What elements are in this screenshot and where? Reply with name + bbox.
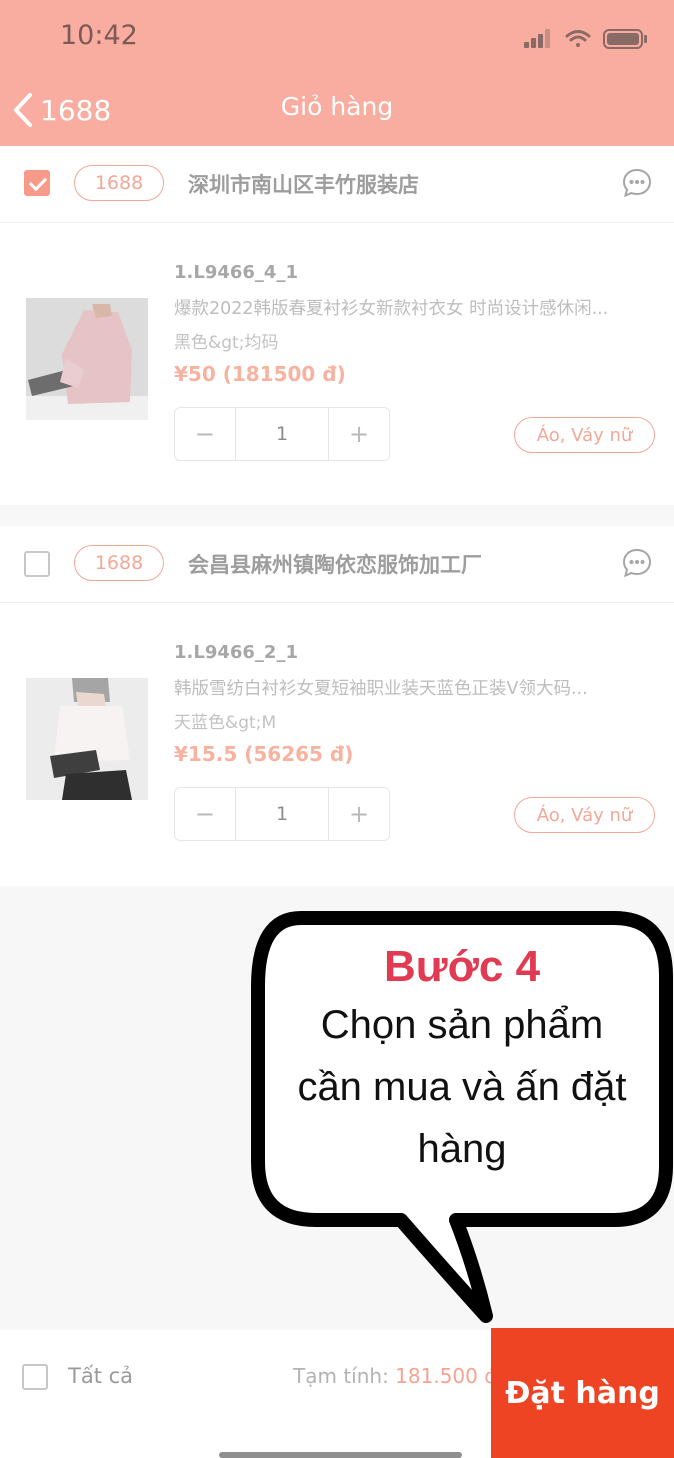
- product-image[interactable]: [26, 678, 148, 800]
- callout-line: Chọn sản phẩm: [320, 1003, 604, 1047]
- decrease-button[interactable]: −: [175, 788, 235, 840]
- shop-header: 1688 深圳市南山区丰竹服装店: [0, 146, 674, 223]
- callout-title: Bước 4: [383, 942, 541, 991]
- status-icons: [524, 29, 647, 49]
- signal-icon: [524, 29, 550, 48]
- shop-name[interactable]: 会昌县麻州镇陶依恋服饰加工厂: [188, 549, 482, 579]
- product-variant: 黑色&gt;均码: [174, 333, 279, 353]
- shop-header: 1688 会昌县麻州镇陶依恋服饰加工厂: [0, 526, 674, 603]
- quantity-value[interactable]: 1: [234, 408, 330, 460]
- decrease-button[interactable]: −: [175, 408, 235, 460]
- callout-text: Bước 4 Chọn sản phẩm cần mua và ấn đặt h…: [262, 940, 662, 1180]
- callout-line: cần mua và ấn đặt: [297, 1065, 627, 1109]
- page-title: Giỏ hàng: [280, 92, 394, 121]
- product-variant: 天蓝色&gt;M: [174, 713, 277, 733]
- quantity-value[interactable]: 1: [234, 788, 330, 840]
- product-price: ¥15.5 (56265 đ): [174, 742, 354, 766]
- subtotal: Tạm tính: 181.500 đ: [293, 1364, 497, 1388]
- shop-name[interactable]: 深圳市南山区丰竹服装店: [188, 169, 419, 199]
- product-name[interactable]: 韩版雪纺白衬衫女夏短袖职业装天蓝色正装V领大码...: [174, 675, 654, 700]
- app-header: 10:42 1688 Giỏ hàng: [0, 0, 674, 146]
- product-name[interactable]: 爆款2022韩版春夏衬衫女新款衬衣女 时尚设计感休闲...: [174, 295, 654, 320]
- shop-checkbox[interactable]: [24, 170, 50, 196]
- chat-icon[interactable]: [621, 547, 653, 579]
- wifi-icon: [565, 30, 591, 47]
- shop-panel-1: 1688 深圳市南山区丰竹服装店 1.L9466_4_1 爆款2022韩版春夏衬…: [0, 146, 674, 505]
- category-tag: Áo, Váy nữ: [514, 417, 655, 453]
- product-sku: 1.L9466_4_1: [174, 262, 298, 283]
- chat-icon[interactable]: [621, 167, 653, 199]
- checkout-bar: Tất cả Tạm tính: 181.500 đ Đặt hàng: [0, 1328, 674, 1458]
- product-image[interactable]: [26, 298, 148, 420]
- subtotal-label: Tạm tính:: [293, 1364, 389, 1388]
- shop-checkbox[interactable]: [24, 551, 50, 577]
- quantity-stepper: − 1 +: [174, 407, 390, 461]
- battery-icon: [603, 29, 647, 49]
- platform-badge: 1688: [74, 165, 164, 201]
- increase-button[interactable]: +: [329, 408, 389, 460]
- select-all-label: Tất cả: [68, 1364, 134, 1388]
- increase-button[interactable]: +: [329, 788, 389, 840]
- place-order-button[interactable]: Đặt hàng: [491, 1328, 674, 1458]
- quantity-stepper: − 1 +: [174, 787, 390, 841]
- home-indicator: [219, 1452, 462, 1458]
- product-sku: 1.L9466_2_1: [174, 642, 298, 663]
- product-price: ¥50 (181500 đ): [174, 362, 346, 386]
- select-all-checkbox[interactable]: [22, 1364, 48, 1390]
- shop-panel-2: 1688 会昌县麻州镇陶依恋服饰加工厂 1.L9466_2_1 韩版雪纺白衬衫女…: [0, 526, 674, 886]
- category-tag: Áo, Váy nữ: [514, 797, 655, 833]
- callout-line: hàng: [417, 1127, 507, 1171]
- status-time: 10:42: [60, 20, 138, 51]
- platform-badge: 1688: [74, 545, 164, 581]
- subtotal-value: 181.500 đ: [395, 1364, 497, 1388]
